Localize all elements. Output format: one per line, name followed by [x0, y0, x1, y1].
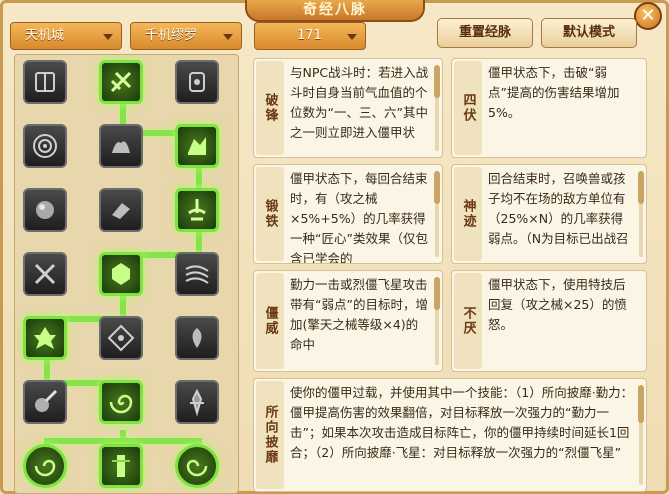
wind-skill-icon[interactable] — [175, 252, 219, 296]
demon-skill-icon[interactable] — [23, 316, 67, 360]
level-dropdown-value: 171 — [297, 28, 322, 43]
talent-description: 与NPC战斗时：若进入战斗时自身当前气血值的个位数为“一、三、六”其中之一则立即… — [290, 65, 429, 140]
pillar-skill-icon[interactable] — [99, 444, 143, 488]
talent-label: 所向披靡 — [256, 381, 284, 489]
school-dropdown[interactable]: 千机缪罗 — [130, 22, 242, 50]
talent-label: 破锋 — [256, 61, 284, 155]
orb-skill-icon[interactable] — [23, 188, 67, 232]
talent-description: 僵甲状态下，每回合结束时，有（攻之械×5%+5%）的几率获得一种“匠心”类效果（… — [290, 171, 428, 264]
talent-description: 使你的僵甲过载，并使用其中一个技能：（1）所向披靡·勤力：僵甲提高伤害的效果翻倍… — [290, 385, 634, 460]
diamond-skill-icon[interactable] — [99, 316, 143, 360]
chevron-down-icon — [103, 34, 113, 40]
warrior-skill-icon[interactable] — [175, 380, 219, 424]
block-skill-icon[interactable] — [99, 188, 143, 232]
sect-dropdown[interactable]: 天机城 — [10, 22, 122, 50]
card-scrollbar[interactable] — [638, 385, 644, 485]
gear-skill-icon[interactable] — [99, 252, 143, 296]
talent-label: 四伏 — [454, 61, 482, 155]
talent-label: 神迹 — [454, 167, 482, 261]
card-scrollbar[interactable] — [434, 65, 440, 151]
talent-card-duantie[interactable]: 锻铁 僵甲状态下，每回合结束时，有（攻之械×5%+5%）的几率获得一种“匠心”类… — [253, 164, 443, 264]
talent-description: 僵甲状态下，使用特技后回复（攻之械×25）的愤怒。 — [488, 277, 627, 332]
cross-blade-skill-icon[interactable] — [23, 252, 67, 296]
default-mode-button[interactable]: 默认模式 — [541, 18, 637, 48]
talent-description: 勤力一击或烈僵飞星攻击带有“弱点”的目标时，增加(擎天之械等级×4)的命中 — [290, 277, 428, 352]
talent-card-suoxiangpimi[interactable]: 所向披靡 使你的僵甲过载，并使用其中一个技能：（1）所向披靡·勤力：僵甲提高伤害… — [253, 378, 647, 492]
talent-card-shenji[interactable]: 神迹 回合结束时，召唤兽或孩子均不在场的敌方单位有（25%×N）的几率获得弱点。… — [451, 164, 647, 264]
meteor-skill-icon[interactable] — [23, 380, 67, 424]
talent-description: 回合结束时，召唤兽或孩子均不在场的敌方单位有（25%×N）的几率获得弱点。（N为… — [488, 171, 629, 246]
sect-dropdown-value: 天机城 — [25, 28, 65, 43]
card-scrollbar[interactable] — [434, 277, 440, 365]
book-skill-icon[interactable] — [23, 60, 67, 104]
talent-label: 僵威 — [256, 273, 284, 369]
stone-skill-icon[interactable] — [175, 124, 219, 168]
level-dropdown[interactable]: 171 — [254, 22, 366, 50]
chevron-down-icon — [223, 34, 233, 40]
talent-label: 锻铁 — [256, 167, 284, 261]
talent-label: 不厌 — [454, 273, 482, 369]
ring-skill-icon[interactable] — [23, 124, 67, 168]
chevron-down-icon — [347, 34, 357, 40]
fountain-skill-icon[interactable] — [175, 188, 219, 232]
card-scrollbar[interactable] — [638, 171, 644, 257]
school-dropdown-value: 千机缪罗 — [145, 28, 198, 43]
talent-card-jiangwei[interactable]: 僵威 勤力一击或烈僵飞星攻击带有“弱点”的目标时，增加(擎天之械等级×4)的命中 — [253, 270, 443, 372]
talent-card-sifu[interactable]: 四伏 僵甲状态下，击破“弱点”提高的伤害结果增加5%。 — [451, 58, 647, 158]
close-button[interactable]: ✕ — [634, 2, 662, 30]
reset-meridian-button[interactable]: 重置经脉 — [437, 18, 533, 48]
blade-burst-skill-icon[interactable] — [99, 60, 143, 104]
swirl-left-skill-icon[interactable] — [23, 444, 67, 488]
card-scrollbar[interactable] — [434, 171, 440, 257]
spirit-skill-icon[interactable] — [175, 316, 219, 360]
talent-card-buyan[interactable]: 不厌 僵甲状态下，使用特技后回复（攻之械×25）的愤怒。 — [451, 270, 647, 372]
talent-card-pofeng[interactable]: 破锋 与NPC战斗时：若进入战斗时自身当前气血值的个位数为“一、三、六”其中之一… — [253, 58, 443, 158]
beast-skill-icon[interactable] — [99, 124, 143, 168]
rune-skill-icon[interactable] — [175, 60, 219, 104]
talent-description: 僵甲状态下，击破“弱点”提高的伤害结果增加5%。 — [488, 65, 620, 120]
swirl-right-skill-icon[interactable] — [175, 444, 219, 488]
window-title: 奇经八脉 — [245, 0, 425, 22]
vortex-skill-icon[interactable] — [99, 380, 143, 424]
